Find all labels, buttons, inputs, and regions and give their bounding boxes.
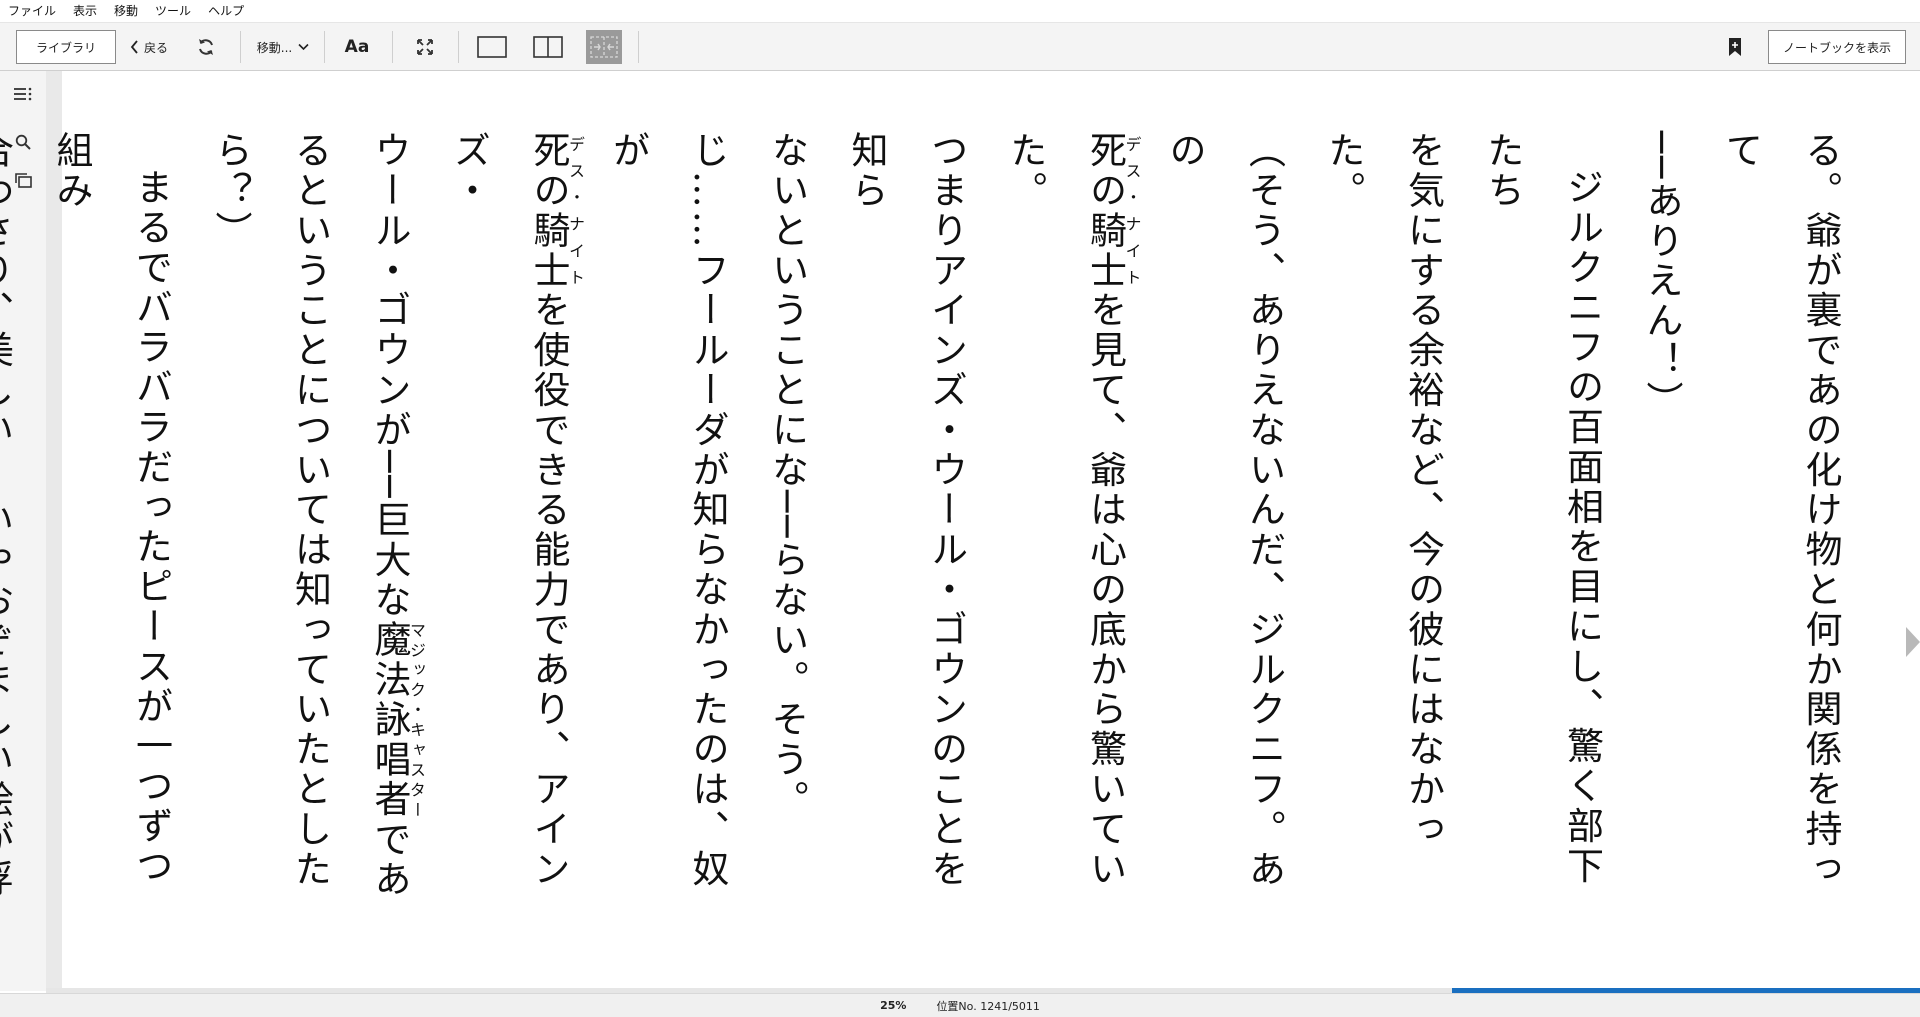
menu-go[interactable]: 移動 <box>106 0 147 22</box>
menu-help[interactable]: ヘルプ <box>200 0 253 22</box>
back-label: 戻る <box>143 40 168 55</box>
text-line: 死の騎士デス・ナイトを使役できる能力であり、アインズ・ <box>447 131 586 890</box>
toolbar-separator <box>392 31 393 63</box>
text-line: ジルクニフの百面相を目にし、驚く部下たち <box>1481 131 1604 887</box>
text-line: つまりアインズ・ウール・ゴウンのことを知ら <box>845 131 968 890</box>
fit-page-icon <box>590 36 618 58</box>
library-button[interactable]: ライブラリ <box>16 30 116 64</box>
toc-icon <box>14 87 32 101</box>
goto-dropdown[interactable]: 移動... <box>250 23 316 71</box>
table-of-contents-button[interactable] <box>10 81 36 107</box>
ruby-text: 死の騎士デス・ナイト <box>527 131 585 291</box>
toolbar-separator <box>638 31 639 63</box>
single-column-button[interactable] <box>470 23 514 71</box>
notebook-label: ノートブックを表示 <box>1782 40 1891 55</box>
menu-view[interactable]: 表示 <box>65 0 106 22</box>
two-page-icon <box>533 36 563 58</box>
toolbar: ライブラリ 戻る 移動... Aa ノートブックを表示 <box>0 22 1920 71</box>
reading-page[interactable]: る。爺が裏であの化け物と何か関係を持って ──ありえん！） ジルクニフの百面相を目に… <box>0 71 1920 991</box>
ruby-text: 魔法詠唱者マジック・キャスター <box>368 620 426 820</box>
text-line: る。爺が裏であの化け物と何か関係を持って <box>1719 131 1843 890</box>
bookmark-icon <box>1729 38 1741 56</box>
text-line: ないということにな──らない。そう。 <box>765 131 809 820</box>
next-page-icon[interactable] <box>1906 627 1920 657</box>
text-line: まるでバラバラだったピースが一つずつ組み <box>50 131 173 887</box>
chevron-left-icon <box>130 40 138 54</box>
text-line: 死の騎士デス・ナイトを見て、爺は心の底から驚いていた。 <box>1004 131 1142 890</box>
progress-percent: 25% <box>880 999 907 1012</box>
back-button[interactable]: 戻る <box>124 23 174 71</box>
text-line: （そう、ありえないんだ、ジルクニフ。あの <box>1163 131 1286 890</box>
menu-bar: ファイル 表示 移動 ツール ヘルプ <box>0 0 1920 22</box>
text-line: ら？） <box>209 131 252 251</box>
text-line: ──ありえん！） <box>1640 131 1683 421</box>
menu-tools[interactable]: ツール <box>147 0 200 22</box>
menu-file[interactable]: ファイル <box>0 0 65 22</box>
text-line: 合わさり、美しい──いやおぞましい絵が浮 <box>0 131 14 900</box>
toolbar-separator <box>324 31 325 63</box>
font-settings-button[interactable]: Aa <box>336 23 378 71</box>
bookmark-button[interactable] <box>1722 23 1748 71</box>
library-label: ライブラリ <box>35 40 96 55</box>
single-page-icon <box>477 36 507 58</box>
refresh-icon <box>199 39 213 55</box>
show-notebook-button[interactable]: ノートブックを表示 <box>1768 30 1906 64</box>
text-line: じ……フールーダが知らなかったのは、奴が <box>606 131 730 890</box>
ruby-text: 死の騎士デス・ナイト <box>1083 131 1142 291</box>
fullscreen-icon <box>417 39 433 55</box>
text-line: るということについては知っていたとした <box>288 131 332 890</box>
text-line: を気にする余裕など、今の彼にはなかった。 <box>1322 131 1445 850</box>
fullscreen-button[interactable] <box>408 23 442 71</box>
toolbar-separator <box>458 31 459 63</box>
two-column-button[interactable] <box>526 23 570 71</box>
book-text: る。爺が裏であの化け物と何か関係を持って ──ありえん！） ジルクニフの百面相を目に… <box>0 131 1860 901</box>
chevron-down-icon <box>298 43 309 51</box>
fit-page-button[interactable] <box>586 30 622 64</box>
text-line: ウール・ゴウンが──巨大な魔法詠唱者マジック・キャスターであ <box>368 131 426 900</box>
toolbar-separator <box>240 31 241 63</box>
sync-button[interactable] <box>190 23 222 71</box>
status-bar: 25% 位置No. 1241/5011 <box>0 993 1920 1017</box>
font-label: Aa <box>344 37 370 57</box>
goto-label: 移動... <box>256 40 293 55</box>
location-readout: 位置No. 1241/5011 <box>936 999 1040 1013</box>
